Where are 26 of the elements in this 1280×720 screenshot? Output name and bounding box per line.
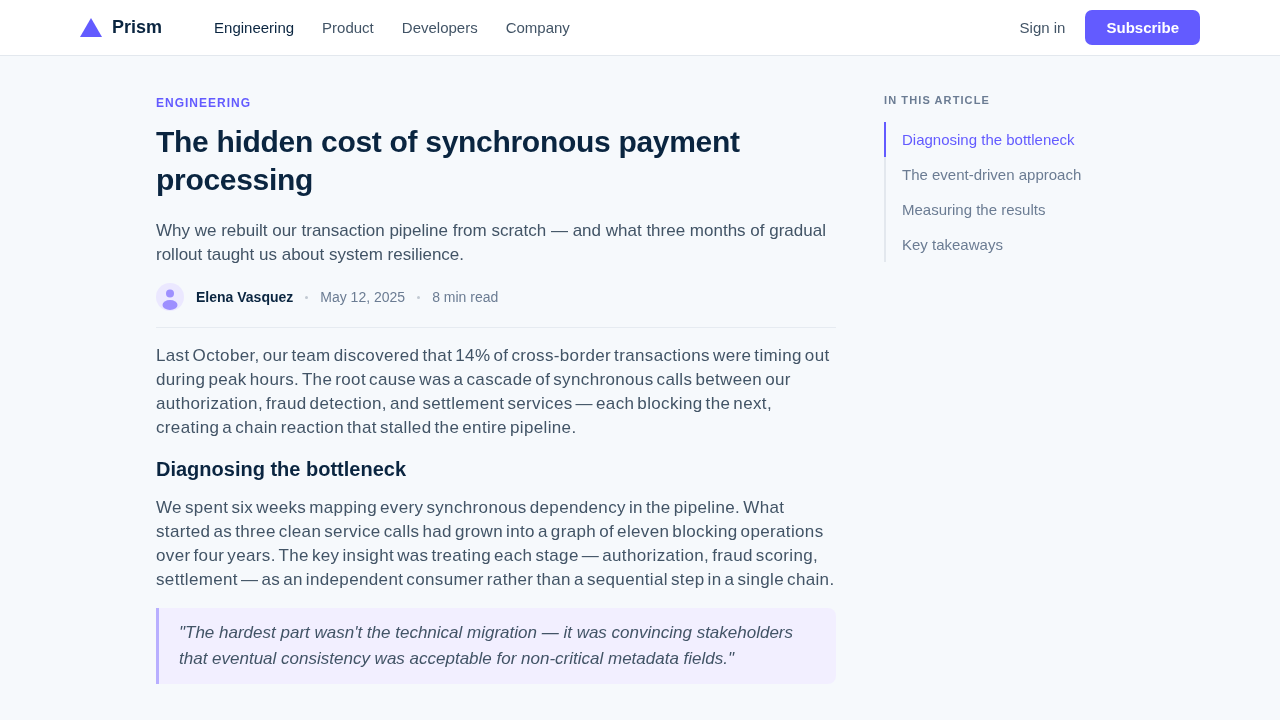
nav-link[interactable]: Engineering [214, 19, 295, 36]
article-subtitle: Why we rebuilt our transaction pipeline from scratch — and what three months of gradual rollout taught us about system resilience. [156, 220, 827, 266]
separator-dot-icon [305, 295, 309, 299]
read-time: 8 min read [432, 289, 499, 305]
body-paragraph: We spent six weeks mapping every synchronous dependency in the pipeline. What started as three clean service calls had grown into a graph of eleven blocking operations over four years. The key insight was treating each stage — authorization, fraud scoring, settlement — as an independent consumer rather than a sequential step in a single chain. [156, 497, 836, 591]
body-paragraph: Last October, our team discovered that 14% of cross-border transactions were timing out during peak hours. The root cause was a cascade of synchronous calls between our authorization, fraud detection, and settlement services — each blocking the next, creating a chain reaction that stalled the entire pipeline. [156, 345, 831, 439]
nav-link[interactable]: Product [322, 19, 374, 36]
toc-link[interactable]: The event-driven approach [884, 157, 1124, 192]
section-heading: Diagnosing the bottleneck [156, 457, 408, 482]
toc-link[interactable]: Key takeaways [884, 227, 1124, 262]
separator-dot-icon [417, 295, 421, 299]
pull-quote: "The hardest part wasn't the technical migration — it was convincing stakeholders that eventual consistency was acceptable for non-critical metadata fields." [156, 608, 836, 684]
sign-in-link[interactable]: Sign in [1019, 19, 1066, 36]
category-label: ENGINEERING [156, 96, 252, 111]
toc-heading: IN THIS ARTICLE [884, 94, 991, 106]
logo-icon [80, 18, 102, 37]
article-title: The hidden cost of synchronous payment processing [156, 124, 741, 198]
subscribe-button[interactable]: Subscribe [1085, 10, 1200, 45]
nav-link[interactable]: Company [505, 19, 570, 36]
nav-link[interactable]: Developers [401, 19, 478, 36]
toc-link[interactable]: Diagnosing the bottleneck [884, 122, 1124, 157]
toc-link[interactable]: Measuring the results [884, 192, 1124, 227]
avatar-icon [156, 283, 184, 311]
author-name: Elena Vasquez [196, 289, 294, 305]
publish-date: May 12, 2025 [320, 289, 406, 305]
logo-text: Prism [112, 17, 163, 38]
